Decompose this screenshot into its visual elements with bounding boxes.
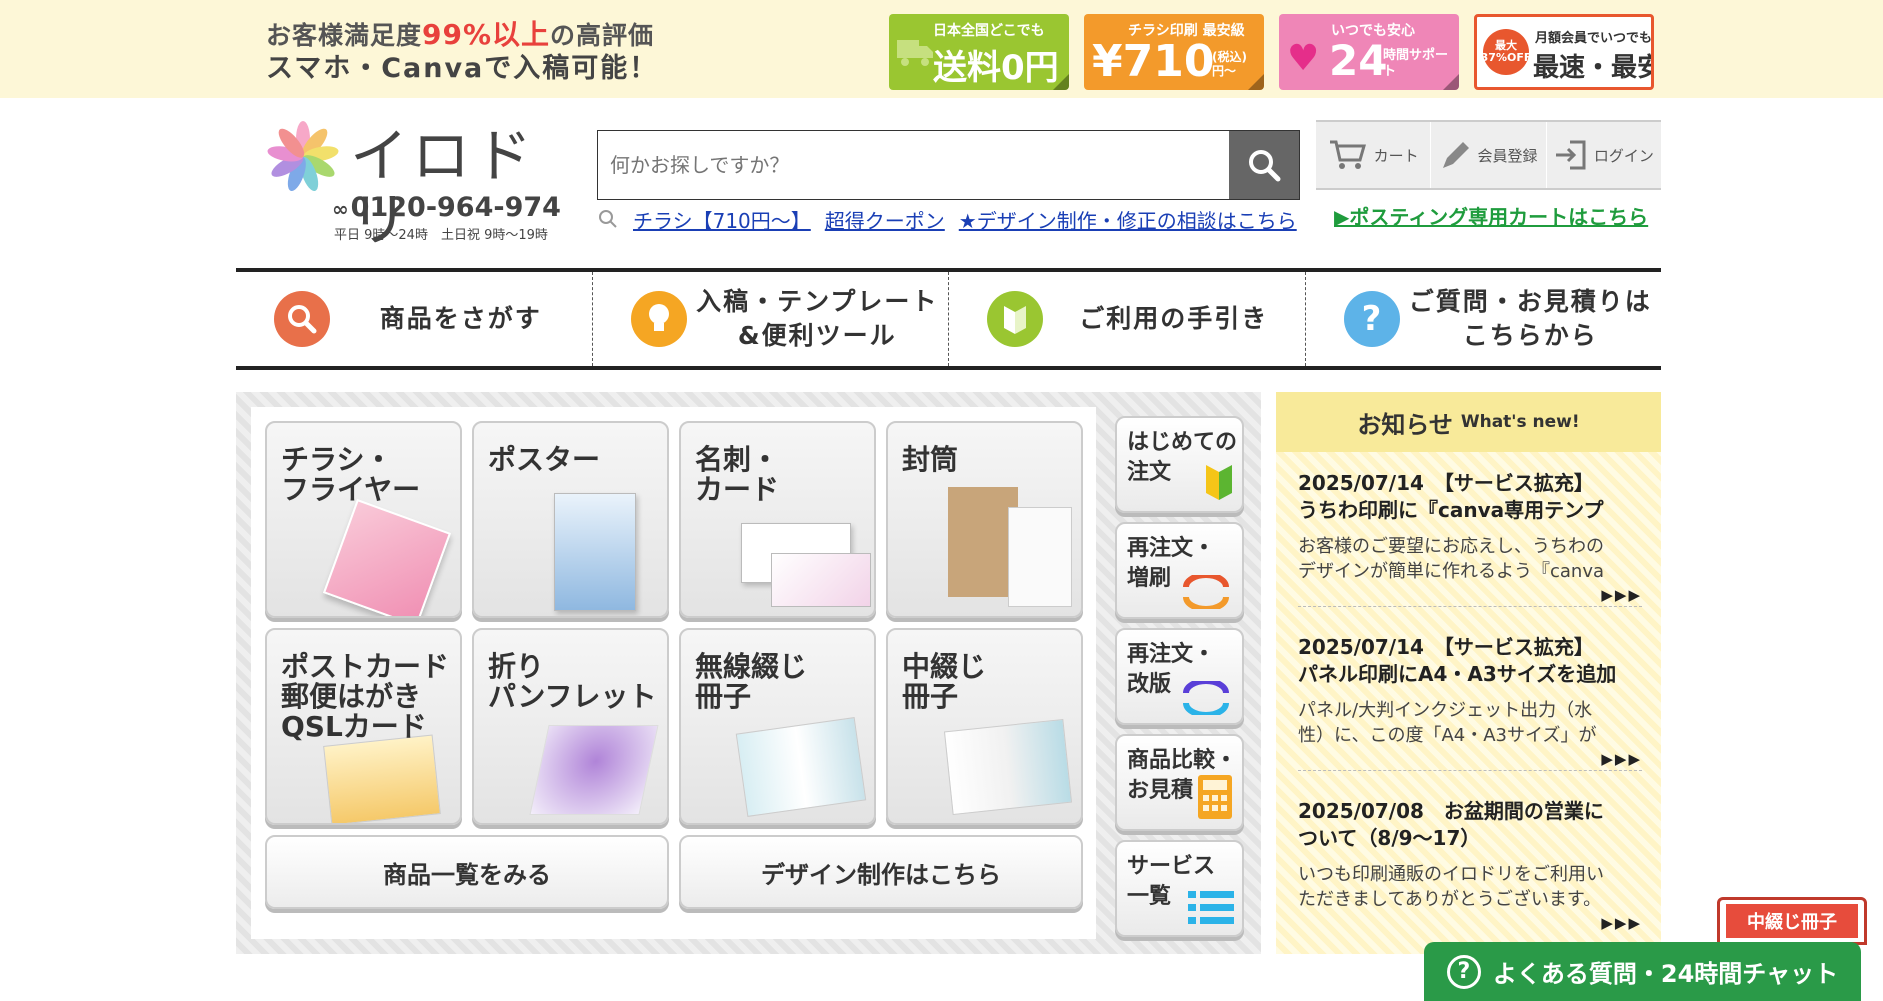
search-box [597,130,1300,200]
service-list-button[interactable]: サービス 一覧 [1115,840,1244,937]
discount-tag: 最大37%OFF [1481,29,1531,75]
quick-links: チラシ【710円〜】 超得クーポン ★デザイン制作・修正の相談はこちら [597,204,1297,234]
top-banner: お客様満足度99%以上の高評価 スマホ・Canvaで入稿可能！ 日本全国どこでも… [0,0,1883,98]
login-link[interactable]: ログイン [1547,122,1661,188]
product-flyer[interactable]: チラシ・ フライヤー [265,421,462,618]
product-panel: チラシ・ フライヤー ポスター 名刺・ カード 封筒 ポストカード 郵便はがき … [236,392,1261,954]
all-products-button[interactable]: 商品一覧をみる [265,835,669,909]
beginner-mark-icon [987,291,1043,347]
product-envelope[interactable]: 封筒 [886,421,1083,618]
design-service-button[interactable]: デザイン制作はこちら [679,835,1083,909]
flower-logo-icon [267,121,339,191]
product-business-card[interactable]: 名刺・ カード [679,421,876,618]
freedial-icon: ∞ [332,197,349,221]
business-hours: 平日 9時〜24時 土日祝 9時〜19時 [334,228,548,243]
more-arrow[interactable]: ▶▶▶ [1298,748,1642,770]
news-item[interactable]: 2025/07/08 お盆期間の営業に ついて（8/9〜17） いつも印刷通販の… [1298,798,1642,934]
product-poster[interactable]: ポスター [472,421,669,618]
postcard-image [323,734,441,823]
question-icon: ? [1343,291,1400,347]
quick-link-design-consult[interactable]: ★デザイン制作・修正の相談はこちら [959,205,1297,234]
perfect-bound-image [735,717,867,817]
satisfaction-tagline: お客様満足度99%以上の高評価 [266,18,655,51]
cheapest-flyer-badge[interactable]: チラシ印刷 最安級 ¥710 (税込)円〜 [1084,14,1264,90]
cart-link[interactable]: カート [1316,122,1432,188]
news-panel: お知らせ What's new! 2025/07/14 【サービス拡充】 うちわ… [1276,392,1661,954]
search-input[interactable] [598,131,1230,199]
product-saddle-stitch[interactable]: 中綴じ 冊子 [886,628,1083,825]
saddle-stitch-image [943,718,1073,816]
truck-icon [897,40,933,66]
posting-cart-link[interactable]: ▶ポスティング専用カートはこちら [1334,201,1648,230]
product-postcard[interactable]: ポストカード 郵便はがき QSLカード [265,628,462,825]
news-item[interactable]: 2025/07/14 【サービス拡充】 うちわ印刷に『canva専用テンプ お客… [1298,470,1642,607]
search-icon [274,291,330,347]
pamphlet-image [529,725,659,815]
nav-contact-estimate[interactable]: ? ご質問・お見積りは こちらから [1306,272,1662,366]
account-menu: カート 会員登録 ログイン [1316,120,1661,190]
site-logo[interactable]: イロドリ ∞0120-964-974 平日 9時〜24時 土日祝 9時〜19時 [266,116,566,252]
support-24h-badge[interactable]: ♥ いつでも安心 24 時間サポート [1279,14,1459,90]
flyer-image [322,498,452,616]
phone-number: ∞0120-964-974 [332,192,561,223]
cheapest-flyer-price: ¥710 [1092,36,1215,87]
pen-icon [1443,142,1470,168]
magnifier-icon [599,210,617,228]
envelope-image-2 [1008,507,1072,607]
product-folded-pamphlet[interactable]: 折り パンフレット [472,628,669,825]
member-discount-small: 月額会員でいつでも [1535,31,1653,46]
register-link[interactable]: 会員登録 [1431,122,1547,188]
saddle-stitch-float-banner[interactable]: 中綴じ冊子 [1717,897,1867,945]
global-nav: 商品をさがす 入稿・テンプレート &便利ツール ご利用の手引き ? ご質問・お見… [236,268,1661,370]
login-icon [1555,140,1586,170]
poster-image [554,493,636,611]
member-discount-badge[interactable]: 最大37%OFF 月額会員でいつでも 最速・最安 [1474,14,1654,90]
canva-tagline: スマホ・Canvaで入稿可能！ [266,53,659,84]
product-grid: チラシ・ フライヤー ポスター 名刺・ カード 封筒 ポストカード 郵便はがき … [251,407,1096,939]
quick-link-flyer[interactable]: チラシ【710円〜】 [633,205,811,234]
free-shipping-small: 日本全国どこでも [933,23,1045,39]
quick-link-coupon[interactable]: 超得クーポン [825,205,945,234]
free-shipping-big: 送料0円 [933,48,1059,88]
reorder-revise-button[interactable]: 再注文・ 改版 [1115,628,1244,725]
news-header: お知らせ What's new! [1276,392,1661,452]
question-icon: ? [1446,954,1481,989]
more-arrow[interactable]: ▶▶▶ [1298,912,1642,934]
search-icon [1249,150,1281,182]
free-shipping-badge[interactable]: 日本全国どこでも 送料0円 [889,14,1069,90]
faq-chat-button[interactable]: ? よくある質問・24時間チャット [1424,942,1861,1001]
reorder-reprint-button[interactable]: 再注文・ 増刷 [1115,522,1244,619]
cart-icon [1329,140,1366,169]
first-order-button[interactable]: はじめての 注文 [1115,416,1244,513]
heart-icon: ♥ [1287,38,1320,79]
search-button[interactable] [1229,131,1299,199]
compare-estimate-button[interactable]: 商品比較・ お見積 [1115,734,1244,831]
business-card-image-2 [771,553,871,607]
member-discount-big: 最速・最安 [1533,53,1654,83]
product-perfect-bound[interactable]: 無線綴じ 冊子 [679,628,876,825]
nav-product-search[interactable]: 商品をさがす [236,272,593,366]
support-24h-number: 24 [1329,36,1388,85]
more-arrow[interactable]: ▶▶▶ [1298,584,1642,606]
news-item[interactable]: 2025/07/14 【サービス拡充】 パネル印刷にA4・A3サイズを追加 パネ… [1298,634,1642,771]
nav-upload-template[interactable]: 入稿・テンプレート &便利ツール [593,272,949,366]
lightbulb-icon [630,291,687,347]
nav-guide[interactable]: ご利用の手引き [949,272,1306,366]
